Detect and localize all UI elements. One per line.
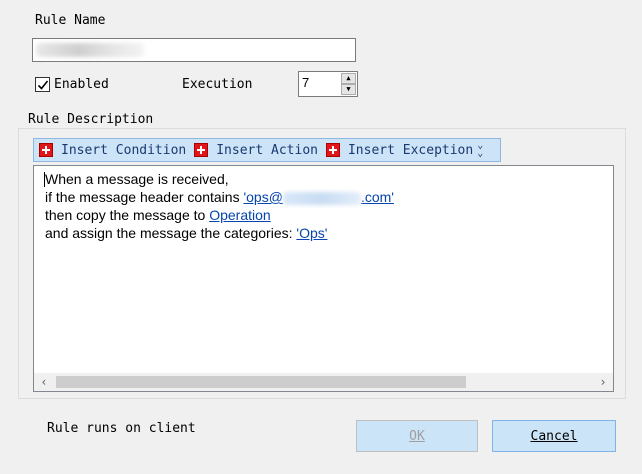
insert-action-label: Insert Action: [216, 142, 318, 158]
insert-condition-button[interactable]: Insert Condition: [39, 143, 186, 158]
overflow-chevron-icon[interactable]: ⌄ ⌄: [477, 141, 483, 159]
rule-name-input[interactable]: [32, 38, 356, 62]
cancel-label: Cancel: [530, 428, 578, 444]
insert-exception-label: Insert Exception: [347, 142, 474, 158]
scrollbar-thumb[interactable]: [56, 376, 466, 388]
spin-down-button[interactable]: ▼: [341, 84, 356, 95]
line-3-prefix: then copy the message to: [45, 207, 210, 223]
execution-label: Execution: [182, 77, 253, 92]
enabled-label[interactable]: Enabled: [54, 77, 109, 92]
plus-icon: [39, 143, 53, 157]
ok-label: OK: [409, 428, 425, 444]
rule-name-label: Rule Name: [35, 13, 106, 28]
horizontal-scrollbar[interactable]: ‹ ›: [34, 373, 613, 391]
description-line-4: and assign the message the categories: '…: [45, 224, 394, 242]
rule-description-editor[interactable]: When a message is received, if the messa…: [33, 165, 614, 392]
rule-runs-status: Rule runs on client: [47, 421, 196, 436]
cancel-button[interactable]: Cancel: [492, 420, 616, 452]
enabled-checkbox[interactable]: [35, 77, 50, 92]
spin-up-button[interactable]: ▲: [341, 73, 356, 84]
redacted-domain: [282, 191, 361, 205]
redacted-name: [36, 43, 144, 57]
rule-description-title: Rule Description: [25, 112, 157, 127]
execution-value[interactable]: 7: [302, 75, 309, 90]
insert-action-button[interactable]: Insert Action: [194, 143, 318, 158]
ok-button[interactable]: OK: [356, 420, 478, 452]
plus-icon: [194, 143, 209, 157]
insert-exception-button[interactable]: Insert Exception: [325, 142, 474, 158]
header-contains-link[interactable]: 'ops@ .com': [243, 189, 393, 205]
categories-link[interactable]: 'Ops': [296, 225, 327, 241]
plus-icon: [325, 143, 340, 157]
insert-condition-label: Insert Condition: [61, 142, 187, 158]
line-2-prefix: if the message header contains: [45, 189, 244, 205]
execution-spinner[interactable]: 7 ▲ ▼: [298, 71, 358, 97]
checkmark-icon: [37, 80, 49, 90]
rule-description-text: When a message is received, if the messa…: [45, 170, 394, 242]
description-line-2: if the message header contains 'ops@ .com…: [45, 188, 394, 206]
copy-to-folder-link[interactable]: Operation: [209, 207, 270, 223]
description-line-3: then copy the message to Operation: [45, 206, 394, 224]
scroll-left-icon[interactable]: ‹: [34, 373, 54, 391]
scroll-right-icon[interactable]: ›: [593, 373, 613, 391]
description-line-1: When a message is received,: [45, 171, 229, 187]
line-4-prefix: and assign the message the categories:: [45, 225, 297, 241]
description-toolbar: Insert Condition Insert Action Insert Ex…: [33, 138, 501, 162]
